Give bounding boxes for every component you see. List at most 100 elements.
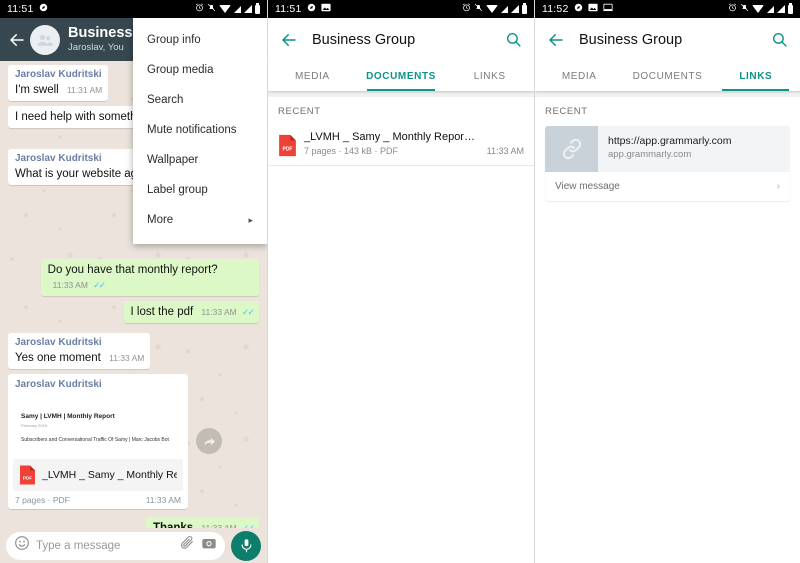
menu-item-group-media[interactable]: Group media: [133, 55, 267, 85]
divider: [268, 165, 534, 166]
status-bar-time: 11:51: [7, 3, 34, 15]
message-bubble-outgoing[interactable]: Do you have that monthly report? 11:33 A…: [40, 259, 259, 296]
menu-item-label: More: [147, 214, 174, 226]
back-icon[interactable]: [8, 31, 26, 49]
emoji-icon[interactable]: [14, 535, 30, 556]
pdf-icon: PDF: [278, 134, 296, 156]
back-icon[interactable]: [280, 31, 298, 49]
link-list-item[interactable]: https://app.grammarly.com app.grammarly.…: [545, 126, 790, 201]
links-header: Business Group: [535, 18, 800, 61]
attach-icon[interactable]: [179, 535, 195, 556]
wifi-icon: [219, 5, 231, 13]
back-icon[interactable]: [547, 31, 565, 49]
avatar[interactable]: [30, 24, 60, 55]
document-preview-date: February 2019: [21, 423, 48, 429]
status-bar-links: 11:52: [535, 0, 800, 18]
link-host: app.grammarly.com: [608, 149, 692, 160]
menu-item-mute-notifications[interactable]: Mute notifications: [133, 115, 267, 145]
menu-item-label-group[interactable]: Label group: [133, 175, 267, 205]
mic-button[interactable]: [231, 530, 261, 561]
compass-icon: [574, 3, 583, 15]
message-input-placeholder[interactable]: Type a message: [36, 540, 173, 552]
image-icon: [320, 3, 331, 15]
chevron-right-icon: ›: [776, 181, 780, 192]
message-sender: Jaroslav Kudritski: [15, 379, 102, 391]
bell-muted-icon: [474, 3, 483, 15]
menu-item-group-info[interactable]: Group info: [133, 25, 267, 55]
signal-icon: [511, 5, 519, 13]
page-title: Business Group: [579, 31, 683, 48]
documents-header: Business Group: [268, 18, 534, 61]
message-sender: Jaroslav Kudritski: [15, 153, 102, 165]
menu-item-label: Mute notifications: [147, 124, 237, 136]
document-message-bubble[interactable]: Jaroslav Kudritski Samy | LVMH | Monthly…: [8, 374, 188, 509]
status-bar-documents: 11:51: [268, 0, 534, 18]
wifi-icon: [752, 5, 764, 13]
message-input-pill[interactable]: Type a message: [6, 531, 225, 560]
camera-icon[interactable]: [201, 535, 217, 556]
compass-icon: [307, 3, 316, 15]
status-bar-time: 11:51: [275, 3, 302, 15]
overflow-menu[interactable]: Group info Group media Search Mute notif…: [133, 18, 267, 244]
message-bubble-incoming[interactable]: Jaroslav Kudritski I'm swell 11:31 AM: [8, 65, 109, 101]
menu-item-wallpaper[interactable]: Wallpaper: [133, 145, 267, 175]
menu-item-label: Group info: [147, 34, 201, 46]
message-bubble-incoming[interactable]: Jaroslav Kudritski Yes one moment 11:33 …: [8, 333, 151, 370]
chat-panel: 11:51 Business Group Jaroslav, You Jaros…: [0, 0, 267, 563]
message-time: 11:33 AM: [201, 306, 237, 317]
message-row-document[interactable]: Jaroslav Kudritski Samy | LVMH | Monthly…: [8, 374, 259, 509]
document-title: _LVMH _ Samy _ Monthly Report Feb 2019: [304, 131, 478, 143]
view-message-label: View message: [555, 181, 620, 192]
link-url: https://app.grammarly.com: [608, 135, 732, 147]
message-row[interactable]: Jaroslav Kudritski Yes one moment 11:33 …: [8, 333, 259, 370]
submenu-arrow-icon: ▸: [248, 214, 253, 225]
message-row[interactable]: Do you have that monthly report? 11:33 A…: [8, 259, 259, 296]
svg-text:PDF: PDF: [23, 475, 32, 480]
document-file-row[interactable]: PDF _LVMH _ Samy _ Monthly Re...: [13, 458, 183, 491]
message-bubble-outgoing[interactable]: I lost the pdf 11:33 AM ✓✓: [123, 300, 259, 324]
message-text: I need help with something: [15, 110, 152, 123]
links-tab-bar[interactable]: MEDIA DOCUMENTS LINKS: [535, 61, 800, 91]
message-time: 11:33 AM: [109, 352, 145, 363]
message-time: 11:33 AM: [145, 494, 181, 505]
tab-links[interactable]: LINKS: [712, 61, 800, 91]
compass-icon: [39, 3, 48, 15]
message-input-bar: Type a message: [0, 528, 267, 563]
search-icon[interactable]: [505, 31, 522, 48]
message-bubble-outgoing[interactable]: Thanks 11:33 AM ✓✓: [145, 516, 259, 528]
read-receipt-icon: ✓✓: [241, 306, 255, 317]
tab-links[interactable]: LINKS: [445, 61, 534, 91]
document-preview-title: Samy | LVMH | Monthly Report: [21, 413, 115, 421]
tab-documents[interactable]: DOCUMENTS: [623, 61, 711, 91]
signal-icon: [501, 5, 508, 13]
signal-icon: [767, 5, 774, 13]
alarm-icon: [728, 3, 737, 15]
message-time: 11:31 AM: [66, 84, 103, 95]
message-row[interactable]: I lost the pdf 11:33 AM ✓✓: [8, 300, 259, 324]
document-list-item[interactable]: PDF _LVMH _ Samy _ Monthly Report Feb 20…: [268, 124, 534, 165]
document-preview-thumbnail: Samy | LVMH | Monthly Report February 20…: [13, 391, 183, 453]
menu-item-search[interactable]: Search: [133, 85, 267, 115]
menu-item-label: Wallpaper: [147, 154, 199, 166]
document-preview-body: Subscribers and Conversational Traffic O…: [21, 437, 169, 444]
tab-documents[interactable]: DOCUMENTS: [357, 61, 446, 91]
documents-tab-bar[interactable]: MEDIA DOCUMENTS LINKS: [268, 61, 534, 91]
pdf-icon: PDF: [19, 465, 36, 485]
menu-item-more[interactable]: More ▸: [133, 205, 267, 235]
read-receipt-icon: ✓✓: [93, 279, 106, 290]
link-card-top[interactable]: https://app.grammarly.com app.grammarly.…: [545, 126, 790, 172]
message-text: I'm swell: [15, 83, 59, 96]
section-label-recent: RECENT: [535, 97, 800, 124]
alarm-icon: [195, 3, 204, 15]
signal-icon: [777, 5, 785, 13]
battery-icon: [522, 2, 527, 14]
search-icon[interactable]: [771, 31, 788, 48]
tab-media[interactable]: MEDIA: [268, 61, 357, 91]
message-row[interactable]: Thanks 11:33 AM ✓✓: [8, 516, 259, 528]
link-view-message-row[interactable]: View message ›: [545, 172, 790, 201]
wifi-icon: [486, 5, 498, 13]
forward-icon[interactable]: [196, 428, 222, 455]
message-text: I lost the pdf: [130, 305, 194, 318]
three-panel-screenshot: 11:51 Business Group Jaroslav, You Jaros…: [0, 0, 800, 563]
tab-media[interactable]: MEDIA: [535, 61, 623, 91]
